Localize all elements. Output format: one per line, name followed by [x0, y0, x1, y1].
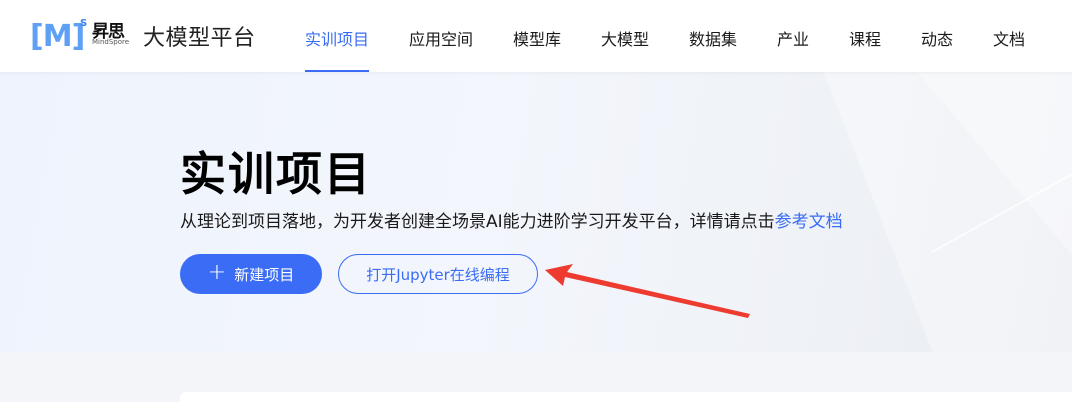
hero-banner: 实训项目 从理论到项目落地，为开发者创建全场景AI能力进阶学习开发平台，详情请点… — [0, 72, 1072, 352]
new-project-button[interactable]: + 新建项目 — [180, 254, 322, 294]
nav-item-datasets[interactable]: 数据集 — [689, 26, 737, 50]
content-card — [180, 392, 1072, 402]
nav-item-courses[interactable]: 课程 — [849, 26, 881, 50]
new-project-label: 新建项目 — [234, 265, 295, 284]
reference-doc-link[interactable]: 参考文档 — [775, 212, 843, 232]
logo-mark: [M] S — [30, 18, 88, 54]
nav-item-docs[interactable]: 文档 — [993, 26, 1025, 50]
open-jupyter-label: 打开Jupyter在线编程 — [366, 265, 510, 284]
nav-item-app-space[interactable]: 应用空间 — [409, 26, 473, 50]
logo-superscript: S — [80, 18, 88, 29]
nav-item-news[interactable]: 动态 — [921, 26, 953, 50]
nav-item-industry[interactable]: 产业 — [777, 26, 809, 50]
nav-item-large-models[interactable]: 大模型 — [601, 26, 649, 50]
page-description: 从理论到项目落地，为开发者创建全场景AI能力进阶学习开发平台，详情请点击参考文档 — [180, 207, 843, 232]
mindspore-logo[interactable]: [M] S 昇思 MindSpore — [30, 16, 129, 56]
nav-item-model-library[interactable]: 模型库 — [513, 26, 561, 50]
description-text: 从理论到项目落地，为开发者创建全场景AI能力进阶学习开发平台，详情请点击 — [180, 212, 775, 232]
site-title[interactable]: 大模型平台 — [143, 20, 256, 52]
plus-icon: + — [207, 260, 227, 285]
top-header: [M] S 昇思 MindSpore 大模型平台 实训项目 应用空间 模型库 大… — [0, 0, 1072, 72]
logo-en-name: MindSpore — [92, 38, 130, 46]
nav-item-projects[interactable]: 实训项目 — [305, 26, 369, 50]
red-arrow-annotation — [545, 264, 750, 318]
logo-bracket: [M] — [30, 19, 85, 54]
nav-active-underline — [305, 70, 369, 72]
open-jupyter-button[interactable]: 打开Jupyter在线编程 — [338, 254, 538, 294]
page-title: 实训项目 — [180, 147, 372, 201]
